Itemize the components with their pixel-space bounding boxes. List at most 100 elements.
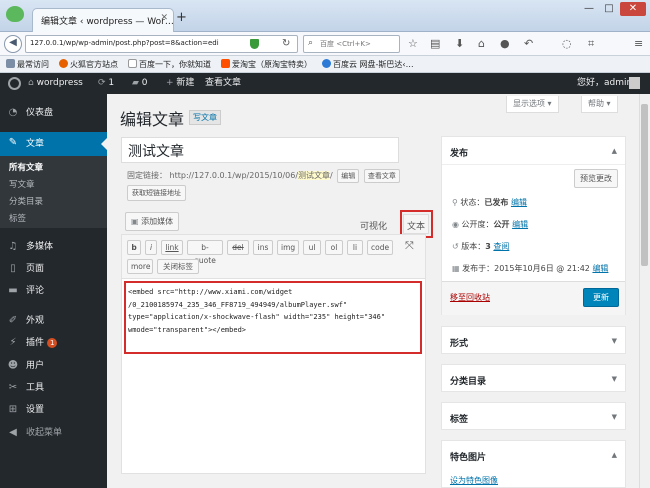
menu-item-tools[interactable]: ✂ 工具 (0, 377, 107, 399)
bookmark-star-icon[interactable]: ☆ (408, 37, 418, 50)
add-media-button[interactable]: ▣ 添加媒体 (125, 212, 180, 231)
expand-arrow-icon[interactable]: ▼ (612, 413, 617, 421)
revisions-browse-link[interactable]: 查阅 (493, 242, 509, 251)
chat-icon[interactable]: ● (500, 37, 510, 50)
submenu-tags[interactable]: 标签 (9, 212, 26, 224)
qt-close-tags-button[interactable]: 关闭标签 (157, 259, 199, 274)
menu-item-media[interactable]: ♫ 多媒体 (0, 236, 107, 258)
expand-arrow-icon[interactable]: ▼ (612, 337, 617, 345)
divider (442, 164, 625, 165)
visibility-edit-link[interactable]: 编辑 (512, 220, 528, 229)
maximize-icon[interactable]: □ (600, 2, 618, 16)
qt-img-button[interactable]: img (277, 240, 299, 255)
brush-icon: ✐ (8, 315, 18, 326)
close-window-icon[interactable]: ✕ (620, 2, 646, 16)
bookmark-item[interactable]: 火狐官方站点 (59, 59, 118, 69)
avatar[interactable] (629, 77, 640, 89)
move-to-trash-link[interactable]: 移至回收站 (450, 292, 490, 303)
updates-link[interactable]: ⟳ 1 (98, 73, 114, 94)
menu-item-plugins[interactable]: ⚡ 插件 1 (0, 332, 107, 354)
home-icon[interactable]: ⌂ (478, 37, 485, 50)
submenu-all-posts[interactable]: 所有文章 (9, 161, 43, 173)
menu-item-appearance[interactable]: ✐ 外观 (0, 310, 107, 332)
menu-icon[interactable]: ≡ (634, 37, 643, 50)
menu-item-users[interactable]: ☻ 用户 (0, 355, 107, 377)
clipboard-icon[interactable]: ▤ (430, 37, 440, 50)
minimize-icon[interactable]: — (580, 2, 598, 16)
get-shortlink-button[interactable]: 获取短链接地址 (127, 185, 186, 201)
plugin-update-badge: 1 (47, 338, 58, 348)
comments-link[interactable]: ▰ 0 (132, 73, 148, 94)
collapse-arrow-icon[interactable]: ▲ (612, 451, 617, 459)
browser-logo-icon (6, 6, 24, 22)
collapse-arrow-icon[interactable]: ▲ (612, 147, 617, 155)
permalink-slug[interactable]: 测试文章 (298, 171, 331, 180)
view-post-link[interactable]: 查看文章 (205, 73, 241, 94)
post-title-input[interactable]: 测试文章 (121, 137, 399, 163)
download-icon[interactable]: ⬇ (455, 37, 464, 50)
shield-icon[interactable] (250, 39, 259, 49)
view-post-button[interactable]: 查看文章 (363, 169, 400, 183)
qt-del-button[interactable]: del (227, 240, 249, 255)
date-edit-link[interactable]: 编辑 (592, 264, 608, 273)
qt-ol-button[interactable]: ol (325, 240, 343, 255)
site-name-link[interactable]: ⌂ wordpress (28, 73, 83, 94)
menu-item-settings[interactable]: ⊞ 设置 (0, 399, 107, 421)
wordpress-logo-icon[interactable] (8, 77, 21, 90)
fullscreen-icon[interactable]: ⤧ (405, 239, 414, 253)
bookmark-item[interactable]: 百度一下，你就知道 (128, 59, 211, 69)
home-icon: ⌂ (28, 78, 34, 88)
qt-link-button[interactable]: link (161, 240, 183, 255)
menu-item-comments[interactable]: ▬ 评论 (0, 280, 107, 302)
qt-blockquote-button[interactable]: b-quote (187, 240, 223, 265)
new-tab-button[interactable]: + (176, 10, 192, 26)
tab-close-icon[interactable]: ✕ (160, 13, 168, 23)
undo-icon[interactable]: ↶ (524, 37, 533, 50)
tags-box[interactable]: 标签 ▼ (441, 402, 626, 430)
qt-code-button[interactable]: code (367, 240, 393, 255)
editor-content: <embed src="http://www.xiami.com/widget … (128, 288, 386, 334)
format-box[interactable]: 形式 ▼ (441, 326, 626, 354)
submenu-categories[interactable]: 分类目录 (9, 195, 43, 207)
scrollbar-thumb[interactable] (641, 104, 648, 266)
qt-more-button[interactable]: more (127, 259, 153, 274)
status-edit-link[interactable]: 编辑 (511, 198, 527, 207)
bookmark-item[interactable]: 最常访问 (6, 59, 49, 69)
expand-arrow-icon[interactable]: ▼ (612, 375, 617, 383)
url-text: 127.0.0.1/wp/wp-admin/post.php?post=8&ac… (30, 39, 219, 47)
permalink-url[interactable]: http://127.0.0.1/wp/2015/10/06/ (170, 171, 299, 180)
qt-italic-button[interactable]: i (145, 240, 157, 255)
qt-ins-button[interactable]: ins (253, 240, 273, 255)
collapse-menu-button[interactable]: ◀ 收起菜单 (0, 422, 107, 444)
tab-visual[interactable]: 可视化 (360, 219, 387, 232)
screen-options-button[interactable]: 显示选项 ▾ (506, 96, 559, 113)
collapse-icon: ◀ (9, 427, 17, 438)
help-button[interactable]: 帮助 ▾ (581, 96, 618, 113)
categories-box[interactable]: 分类目录 ▼ (441, 364, 626, 392)
refresh-icon[interactable]: ↻ (282, 38, 290, 49)
menu-item-pages[interactable]: ▯ 页面 (0, 258, 107, 280)
comment-icon: ▬ (8, 285, 18, 296)
comments-count: 0 (141, 78, 148, 88)
account-greeting[interactable]: 您好，admin (577, 73, 632, 94)
menu-item-dashboard[interactable]: ◔ 仪表盘 (0, 102, 107, 124)
update-button[interactable]: 更新 (583, 288, 619, 307)
bookmark-item[interactable]: 百度云 网盘-斯巴达‹… (322, 59, 414, 69)
submenu-write-post[interactable]: 写文章 (9, 178, 35, 190)
qt-ul-button[interactable]: ul (303, 240, 321, 255)
menu-item-posts[interactable]: ✎ 文章 (0, 132, 107, 156)
edit-permalink-button[interactable]: 编辑 (337, 169, 360, 183)
pin-icon: ⚲ (452, 198, 458, 207)
back-icon[interactable]: ◀ (4, 35, 22, 53)
bookmark-item[interactable]: 爱淘宝（原淘宝特卖） (221, 59, 312, 69)
qt-bold-button[interactable]: b (127, 240, 141, 255)
qt-li-button[interactable]: li (347, 240, 363, 255)
write-post-button[interactable]: 写文章 (189, 110, 221, 125)
search-input[interactable]: ⌕ 百度 <Ctrl+K> (303, 35, 400, 53)
preview-changes-button[interactable]: 预览更改 (574, 169, 618, 188)
new-content-link[interactable]: + 新建 (166, 73, 194, 94)
browser-tab[interactable]: 编辑文章 ‹ wordpress — Wor… ✕ (32, 8, 174, 32)
crop-icon[interactable]: ⌗ (588, 37, 594, 51)
set-featured-image-link[interactable]: 设为特色图像 (450, 475, 498, 486)
speech-icon[interactable]: ◌ (562, 37, 572, 50)
